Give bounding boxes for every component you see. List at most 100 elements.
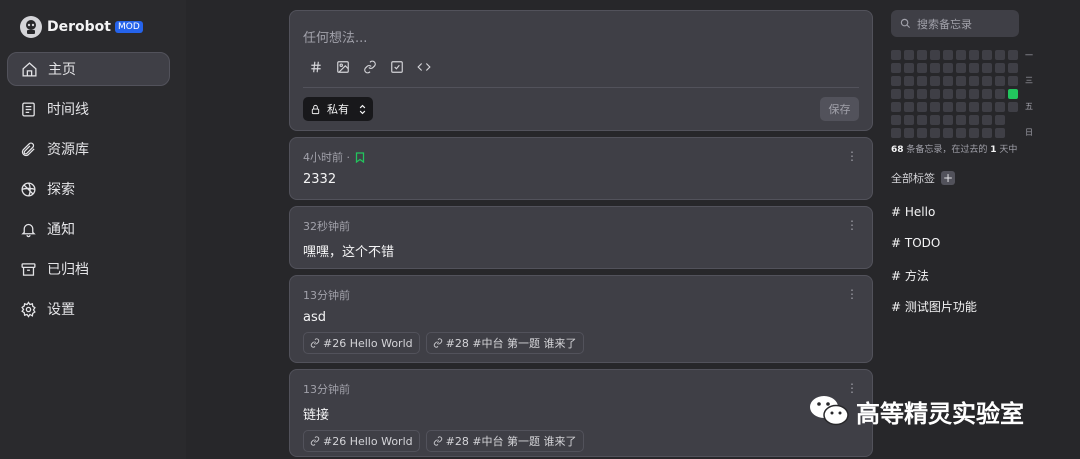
heatmap-cell[interactable] — [930, 76, 940, 86]
heatmap-cell[interactable] — [995, 50, 1005, 60]
heatmap-cell[interactable] — [891, 76, 901, 86]
editor-input[interactable]: 任何想法... — [303, 27, 367, 46]
heatmap-cell[interactable] — [930, 102, 940, 112]
heatmap-cell[interactable] — [956, 63, 966, 73]
robot-logo-icon — [20, 16, 42, 38]
heatmap-cell[interactable] — [917, 128, 927, 138]
sidebar-item-home[interactable]: 主页 — [7, 52, 170, 86]
tag-item[interactable]: # 方法 — [891, 267, 929, 284]
heatmap-cell[interactable] — [891, 115, 901, 125]
heatmap-cell[interactable] — [943, 50, 953, 60]
heatmap-cell[interactable] — [891, 63, 901, 73]
heatmap-cell[interactable] — [917, 63, 927, 73]
heatmap-cell[interactable] — [982, 50, 992, 60]
heatmap-cell[interactable] — [917, 50, 927, 60]
memo-reference-link[interactable]: #26 Hello World — [303, 430, 420, 452]
heatmap-cell[interactable] — [1008, 89, 1018, 99]
heatmap-cell[interactable] — [1008, 102, 1018, 112]
more-options-icon[interactable]: ⋮ — [846, 149, 858, 163]
heatmap-cell[interactable] — [982, 115, 992, 125]
heatmap-cell[interactable] — [904, 76, 914, 86]
heatmap-cell[interactable] — [982, 102, 992, 112]
sidebar-item-explore[interactable]: 探索 — [7, 172, 170, 206]
more-options-icon[interactable]: ⋮ — [846, 218, 858, 232]
heatmap-cell[interactable] — [917, 76, 927, 86]
heatmap-cell[interactable] — [969, 76, 979, 86]
memo-reference-link[interactable]: #28 #中台 第一题 谁来了 — [425, 332, 584, 354]
heatmap-cell[interactable] — [969, 115, 979, 125]
heatmap-cell[interactable] — [995, 115, 1005, 125]
image-icon[interactable] — [335, 59, 351, 75]
heatmap-cell[interactable] — [930, 89, 940, 99]
heatmap-cell[interactable] — [982, 76, 992, 86]
heatmap-cell[interactable] — [930, 115, 940, 125]
heatmap-cell[interactable] — [891, 50, 901, 60]
tag-item[interactable]: # Hello — [891, 205, 935, 219]
heatmap-cell[interactable] — [891, 89, 901, 99]
heatmap-cell[interactable] — [956, 50, 966, 60]
heatmap-cell[interactable] — [943, 128, 953, 138]
add-tag-button[interactable]: + — [941, 171, 955, 185]
heatmap-cell[interactable] — [917, 89, 927, 99]
heatmap-cell[interactable] — [943, 89, 953, 99]
heatmap-cell[interactable] — [904, 115, 914, 125]
heatmap-cell[interactable] — [982, 128, 992, 138]
heatmap-cell[interactable] — [891, 102, 901, 112]
heatmap-cell[interactable] — [969, 128, 979, 138]
heatmap-cell[interactable] — [930, 63, 940, 73]
heatmap-cell[interactable] — [1008, 50, 1018, 60]
heatmap-cell[interactable] — [917, 115, 927, 125]
heatmap-cell[interactable] — [904, 102, 914, 112]
heatmap-cell[interactable] — [956, 115, 966, 125]
code-icon[interactable] — [416, 59, 432, 75]
search-input[interactable]: 搜索备忘录 — [891, 10, 1019, 37]
heatmap-cell[interactable] — [904, 50, 914, 60]
tag-item[interactable]: # TODO — [891, 236, 940, 250]
hash-icon[interactable] — [308, 59, 324, 75]
heatmap-cell[interactable] — [943, 76, 953, 86]
heatmap-cell[interactable] — [943, 102, 953, 112]
heatmap-cell[interactable] — [1008, 76, 1018, 86]
heatmap-cell[interactable] — [917, 102, 927, 112]
heatmap-cell[interactable] — [943, 115, 953, 125]
heatmap-cell[interactable] — [995, 89, 1005, 99]
heatmap-cell[interactable] — [982, 63, 992, 73]
heatmap-cell[interactable] — [930, 50, 940, 60]
heatmap-cell[interactable] — [995, 102, 1005, 112]
sidebar-item-settings[interactable]: 设置 — [7, 292, 170, 326]
sidebar-item-archived[interactable]: 已归档 — [7, 252, 170, 286]
heatmap-cell[interactable] — [891, 128, 901, 138]
heatmap-cell[interactable] — [904, 89, 914, 99]
heatmap-cell[interactable] — [956, 89, 966, 99]
heatmap-cell[interactable] — [956, 128, 966, 138]
tag-item[interactable]: # 测试图片功能 — [891, 298, 977, 315]
heatmap-cell[interactable] — [904, 63, 914, 73]
heatmap-cell[interactable] — [956, 102, 966, 112]
sidebar-item-timeline[interactable]: 时间线 — [7, 92, 170, 126]
more-options-icon[interactable]: ⋮ — [846, 287, 858, 301]
heatmap-cell[interactable] — [943, 63, 953, 73]
heatmap-cell[interactable] — [969, 50, 979, 60]
heatmap-cell[interactable] — [904, 128, 914, 138]
save-button[interactable]: 保存 — [820, 97, 859, 121]
heatmap-cell[interactable] — [969, 63, 979, 73]
checkbox-icon[interactable] — [389, 59, 405, 75]
sidebar-item-resources[interactable]: 资源库 — [7, 132, 170, 166]
heatmap-cell[interactable] — [995, 128, 1005, 138]
heatmap-cell[interactable] — [1008, 63, 1018, 73]
heatmap-cell[interactable] — [930, 128, 940, 138]
sidebar-item-label: 主页 — [48, 62, 76, 78]
heatmap-cell[interactable] — [995, 63, 1005, 73]
brand[interactable]: Derobot MOD — [20, 16, 143, 38]
heatmap-cell[interactable] — [995, 76, 1005, 86]
heatmap-cell[interactable] — [982, 89, 992, 99]
heatmap-cell[interactable] — [956, 76, 966, 86]
heatmap-cell[interactable] — [969, 89, 979, 99]
visibility-select[interactable]: 私有 — [303, 97, 373, 121]
link-icon[interactable] — [362, 59, 378, 75]
memo-reference-link[interactable]: #26 Hello World — [303, 332, 420, 354]
heatmap-cell[interactable] — [969, 102, 979, 112]
sidebar-item-notifications[interactable]: 通知 — [7, 212, 170, 246]
memo-time-text: 4小时前 · — [303, 151, 350, 164]
memo-reference-link[interactable]: #28 #中台 第一题 谁来了 — [425, 430, 584, 452]
